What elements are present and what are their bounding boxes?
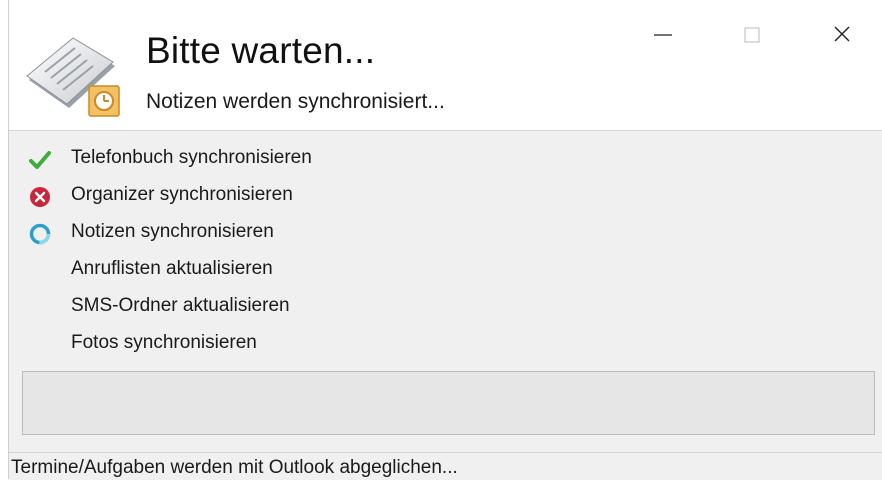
sync-task-list: Telefonbuch synchronisieren Organizer sy… — [9, 144, 882, 366]
status-text: Termine/Aufgaben werden mit Outlook abge… — [11, 457, 458, 478]
task-label: Anruflisten aktualisieren — [71, 258, 273, 279]
maximize-button[interactable] — [733, 20, 773, 50]
dialog-subtitle: Notizen werden synchronisiert... — [146, 90, 445, 113]
progress-bar — [22, 371, 875, 435]
dialog-header: Bitte warten... Notizen werden synchroni… — [9, 0, 882, 130]
task-label: Organizer synchronisieren — [71, 184, 293, 205]
task-item-anruflisten: Anruflisten aktualisieren — [9, 255, 882, 292]
spinner-icon — [29, 223, 51, 245]
task-item-fotos: Fotos synchronisieren — [9, 329, 882, 366]
checkmark-icon — [29, 151, 51, 169]
sync-dialog-window: Bitte warten... Notizen werden synchroni… — [8, 0, 882, 480]
task-item-telefonbuch: Telefonbuch synchronisieren — [9, 144, 882, 181]
task-label: Fotos synchronisieren — [71, 332, 257, 353]
maximize-icon — [744, 27, 760, 43]
task-label: Telefonbuch synchronisieren — [71, 147, 312, 168]
status-bar: Termine/Aufgaben werden mit Outlook abge… — [9, 452, 882, 480]
minimize-button[interactable] — [643, 20, 683, 50]
close-button[interactable] — [821, 20, 861, 50]
task-item-notizen: Notizen synchronisieren — [9, 218, 882, 255]
task-label: Notizen synchronisieren — [71, 221, 274, 242]
close-icon — [834, 26, 850, 42]
error-icon — [30, 187, 50, 207]
notes-sync-icon — [26, 37, 120, 117]
dialog-title: Bitte warten... — [146, 30, 376, 71]
header-divider — [9, 130, 882, 131]
task-label: SMS-Ordner aktualisieren — [71, 295, 290, 316]
task-item-sms-ordner: SMS-Ordner aktualisieren — [9, 292, 882, 329]
task-item-organizer: Organizer synchronisieren — [9, 181, 882, 218]
